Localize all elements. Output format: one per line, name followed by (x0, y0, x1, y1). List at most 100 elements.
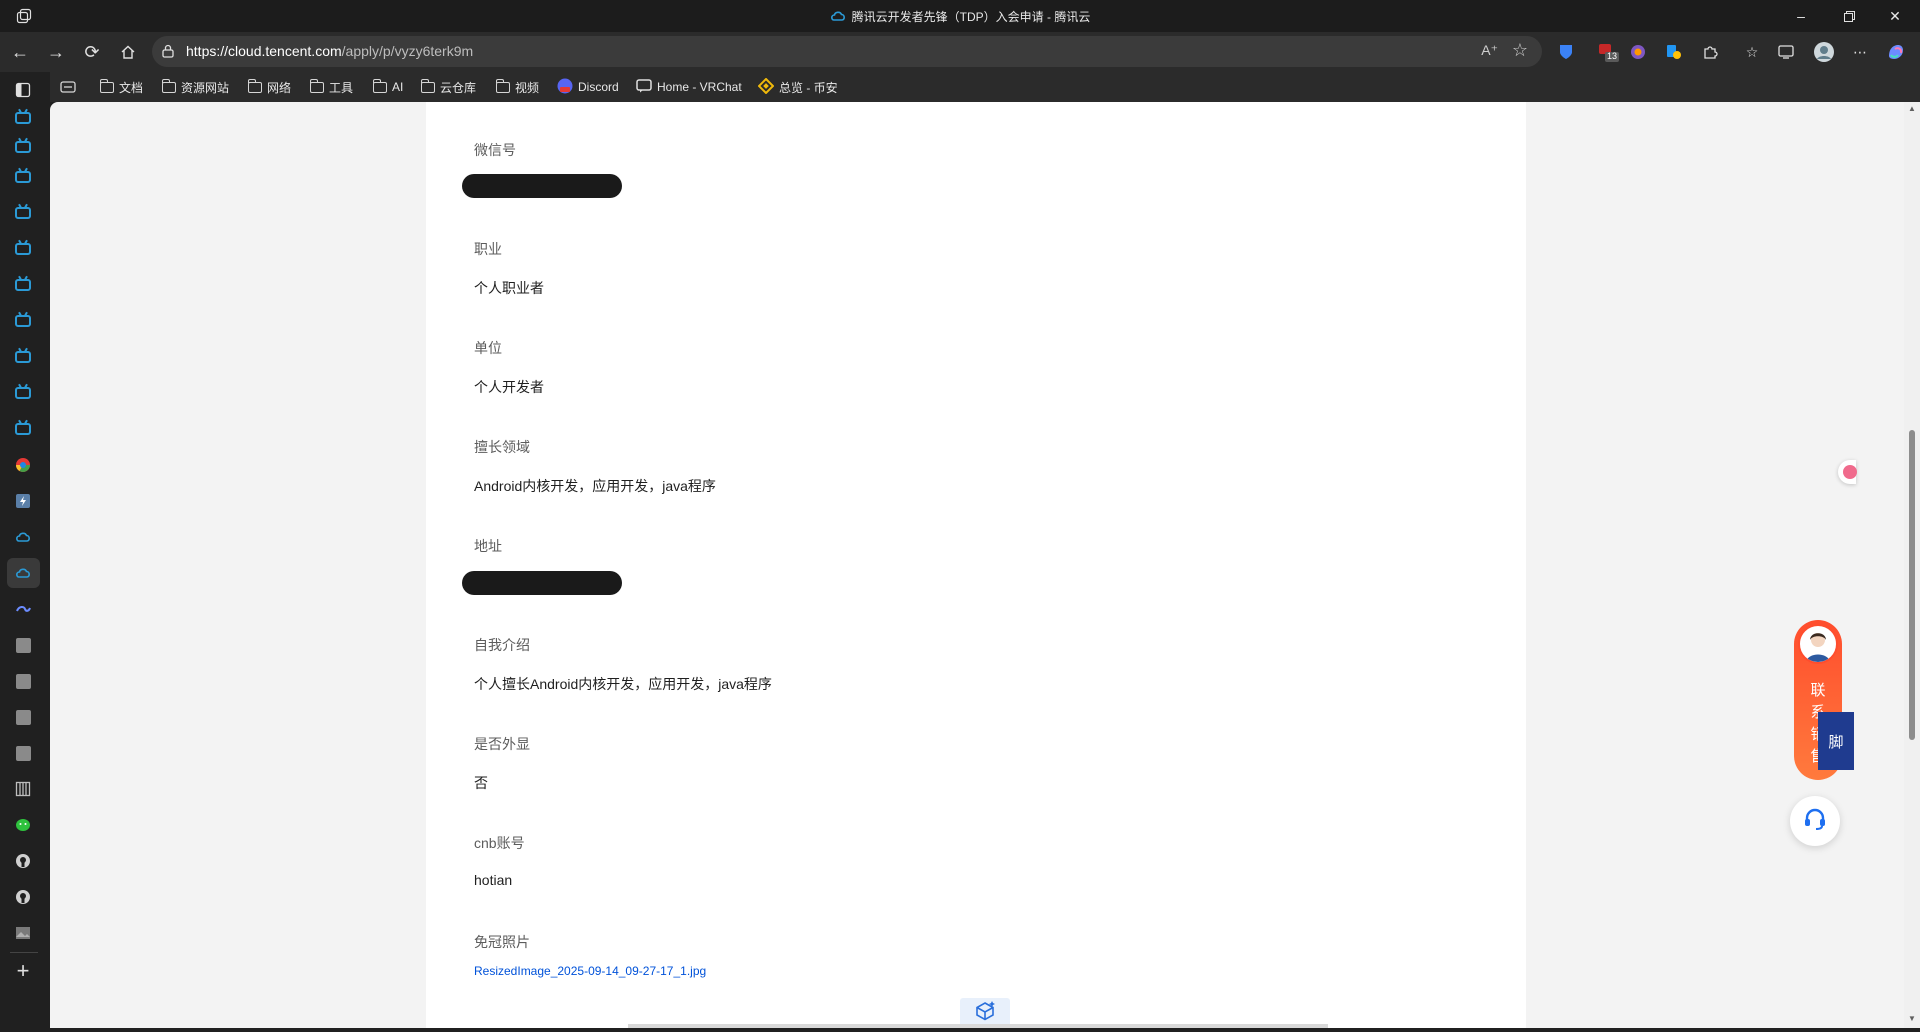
restore-icon[interactable] (1826, 0, 1872, 32)
folder-icon (372, 78, 387, 93)
back-icon[interactable]: ← (6, 38, 34, 66)
lock-icon[interactable] (162, 44, 174, 63)
bookmark-folder[interactable]: 工具 (309, 78, 353, 96)
floating-badge[interactable] (1838, 460, 1857, 484)
title-bar: 腾讯云开发者先锋（TDP）入会申请 - 腾讯云 – ✕ (0, 0, 1920, 32)
tab-bilibili-icon[interactable] (14, 348, 32, 366)
bottom-bar-line (628, 1024, 1328, 1028)
cube-icon (973, 1000, 997, 1027)
purple-extension-icon[interactable] (1626, 40, 1650, 64)
bookmark-label: 文档 (119, 80, 144, 95)
window-title: 腾讯云开发者先锋（TDP）入会申请 - 腾讯云 (0, 8, 1920, 25)
address-bar[interactable]: https://cloud.tencent.com/apply/p/vyzy6t… (152, 36, 1542, 67)
tab-github-icon[interactable] (14, 888, 32, 906)
tab-tencent-cloud-icon[interactable] (14, 528, 32, 546)
copilot-icon[interactable] (1884, 40, 1908, 64)
tab-list-icon[interactable] (14, 81, 32, 99)
bookmark-label: 云仓库 (440, 80, 477, 95)
company-value: 个人开发者 (474, 379, 544, 395)
scrollbar-thumb[interactable] (1909, 430, 1915, 740)
tab-page-icon[interactable] (14, 636, 32, 654)
tab-bilibili-icon[interactable] (14, 276, 32, 294)
extension-badge-count: 13 (1607, 51, 1618, 61)
tab-page-icon[interactable] (14, 744, 32, 762)
vrchat-icon (636, 78, 652, 96)
bookmark-folder[interactable]: 资源网站 (161, 78, 230, 96)
headset-icon (1802, 806, 1828, 837)
tab-bilibili-icon[interactable] (14, 240, 32, 258)
profile-avatar[interactable] (1812, 40, 1836, 64)
more-menu-icon[interactable]: ⋯ (1848, 40, 1872, 64)
tab-bilibili-icon[interactable] (14, 420, 32, 438)
refresh-icon[interactable]: ⟳ (78, 38, 106, 66)
tab-page-icon[interactable] (14, 672, 32, 690)
tab-bilibili-icon[interactable] (14, 312, 32, 330)
tab-library-icon[interactable] (14, 780, 32, 798)
footer-button[interactable]: 脚 (1818, 712, 1854, 770)
intro-value: 个人擅长Android内核开发，应用开发，java程序 (474, 676, 772, 692)
bookmark-label: AI (392, 80, 404, 94)
url-text[interactable]: https://cloud.tencent.com/apply/p/vyzy6t… (186, 43, 473, 59)
bookmark-folder[interactable]: 文档 (99, 78, 144, 96)
tencent-cloud-icon (830, 10, 846, 25)
extension-badge-icon[interactable]: 13 (1596, 40, 1620, 64)
tab-github-icon[interactable] (14, 852, 32, 870)
tab-image-icon[interactable] (14, 924, 32, 942)
bookmark-discord[interactable]: Discord (557, 78, 619, 96)
folder-icon (309, 78, 324, 93)
bookmark-folder[interactable]: 网络 (247, 78, 291, 96)
tab-page-icon[interactable] (14, 708, 32, 726)
tab-bilibili-icon[interactable] (14, 138, 32, 156)
tab-bilibili-icon[interactable] (14, 384, 32, 402)
bookmarks-toggle-icon[interactable] (60, 78, 76, 96)
bookmark-vrchat[interactable]: Home - VRChat (636, 78, 742, 96)
favorite-star-icon[interactable]: ☆ (1512, 40, 1528, 61)
customer-support-button[interactable] (1790, 796, 1840, 846)
cnb-value: hotian (474, 872, 513, 888)
bookmark-label: 资源网站 (181, 80, 230, 95)
forward-icon[interactable]: → (42, 38, 70, 66)
bookmark-binance[interactable]: 总览 - 币安 (757, 77, 838, 97)
bookmark-folder[interactable]: 视频 (495, 78, 540, 96)
address-value-redacted (462, 571, 622, 595)
url-host: https://cloud.tencent.com (186, 43, 342, 59)
read-aloud-icon[interactable]: A⁺ (1481, 42, 1498, 59)
color-extension-icon[interactable] (1662, 40, 1686, 64)
photo-file-link[interactable]: ResizedImage_2025-09-14_09-27-17_1.jpg (474, 964, 706, 978)
cnb-label: cnb账号 (474, 835, 525, 851)
extensions-puzzle-icon[interactable] (1698, 40, 1722, 64)
scroll-up-icon[interactable]: ▲ (1907, 104, 1917, 113)
tab-tencent-cloud-icon[interactable] (14, 564, 32, 582)
new-tab-plus-icon[interactable]: + (14, 958, 32, 983)
tab-wechat-icon[interactable] (14, 816, 32, 834)
occupation-value: 个人职业者 (474, 280, 544, 296)
tab-bilibili-icon[interactable] (14, 204, 32, 222)
binance-icon (757, 77, 775, 97)
folder-icon (99, 78, 114, 93)
tab-bilibili-icon[interactable] (14, 109, 32, 127)
bookmarks-bar: 文档 资源网站 网络 工具 AI 云仓库 视频 Discord Home - V… (0, 72, 1920, 102)
tab-chrome-icon[interactable] (14, 456, 32, 474)
bookmark-folder[interactable]: AI (372, 78, 404, 96)
home-icon[interactable] (114, 38, 142, 66)
tab-lightning-icon[interactable] (14, 492, 32, 510)
bookmark-label: Home - VRChat (657, 80, 742, 94)
window-title-text: 腾讯云开发者先锋（TDP）入会申请 - 腾讯云 (851, 10, 1091, 24)
expertise-label: 擅长领域 (474, 439, 530, 455)
public-value: 否 (474, 775, 488, 791)
favorites-icon[interactable]: ☆ (1740, 40, 1764, 64)
close-icon[interactable]: ✕ (1872, 0, 1918, 32)
bitwarden-icon[interactable] (1554, 40, 1578, 64)
bookmark-folder[interactable]: 云仓库 (420, 78, 477, 96)
folder-icon (420, 78, 435, 93)
scroll-down-icon[interactable]: ▼ (1907, 1014, 1917, 1023)
application-card: 微信号 职业 个人职业者 单位 个人开发者 擅长领域 Android内核开发，应… (426, 102, 1526, 1028)
minimize-icon[interactable]: – (1778, 0, 1824, 32)
tab-link-icon[interactable] (14, 600, 32, 618)
tab-bilibili-icon[interactable] (14, 168, 32, 186)
screenshot-icon[interactable] (1774, 40, 1798, 64)
bookmark-label: 视频 (515, 80, 540, 95)
address-label: 地址 (474, 538, 502, 554)
page-viewport: 微信号 职业 个人职业者 单位 个人开发者 擅长领域 Android内核开发，应… (50, 102, 1904, 1028)
page-scrollbar[interactable]: ▲ ▼ (1904, 102, 1920, 1028)
